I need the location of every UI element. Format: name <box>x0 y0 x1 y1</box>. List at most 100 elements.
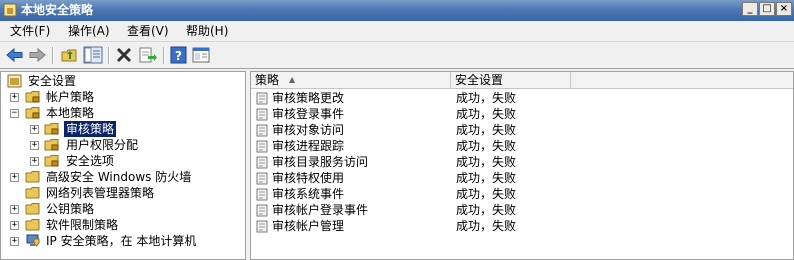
forward-arrow-icon[interactable] <box>27 46 47 64</box>
menu-view[interactable]: 查看(V) <box>127 24 169 38</box>
policy-setting: 成功，失败 <box>456 203 517 217</box>
policy-name: 审核登录事件 <box>272 107 345 121</box>
expand-plus-icon[interactable]: + <box>10 173 19 182</box>
menu-action[interactable]: 操作(A) <box>68 24 110 38</box>
tree-item-public-key[interactable]: + 公钥策略 <box>1 201 245 217</box>
svg-text:?: ? <box>175 49 182 63</box>
tree-label: 用户权限分配 <box>66 138 139 152</box>
policy-item-icon <box>256 140 268 153</box>
folder-lock-icon <box>44 139 59 151</box>
tree-label: 帐户策略 <box>46 90 95 104</box>
policy-list: 策略 ▲ 安全设置 审核策略更改 成功，失败 审核登录事件 成功，失败 审核对象访问 成功… <box>250 71 794 260</box>
table-row[interactable]: 审核目录服务访问 成功，失败 <box>251 154 793 171</box>
help-icon[interactable]: ? <box>169 46 189 64</box>
table-row[interactable]: 审核对象访问 成功，失败 <box>251 122 793 139</box>
delete-icon[interactable] <box>114 46 134 64</box>
policy-item-icon <box>256 220 268 233</box>
menu-file[interactable]: 文件(F) <box>10 24 50 38</box>
menu-bar: 文件(F) 操作(A) 查看(V) 帮助(H) <box>0 21 794 42</box>
table-row[interactable]: 审核进程跟踪 成功，失败 <box>251 138 793 155</box>
table-row[interactable]: 审核特权使用 成功，失败 <box>251 170 793 187</box>
expand-plus-icon[interactable]: + <box>30 157 39 166</box>
policy-name: 审核策略更改 <box>272 91 345 105</box>
policy-name: 审核目录服务访问 <box>272 155 369 169</box>
policy-setting: 成功，失败 <box>456 91 517 105</box>
table-row[interactable]: 审核策略更改 成功，失败 <box>251 90 793 107</box>
tree-item-security-options[interactable]: + 安全选项 <box>1 153 245 169</box>
tree-item-network-list[interactable]: 网络列表管理器策略 <box>1 185 245 201</box>
list-header: 策略 ▲ 安全设置 <box>251 72 793 89</box>
policy-name: 审核帐户登录事件 <box>272 203 369 217</box>
tree-label: 软件限制策略 <box>46 218 119 232</box>
policy-name: 审核帐户管理 <box>272 219 345 233</box>
collapse-minus-icon[interactable]: − <box>10 109 19 118</box>
policy-setting: 成功，失败 <box>456 219 517 233</box>
table-row[interactable]: 审核帐户登录事件 成功，失败 <box>251 202 793 219</box>
policy-name: 审核进程跟踪 <box>272 139 345 153</box>
policy-item-icon <box>256 156 268 169</box>
policy-setting: 成功，失败 <box>456 139 517 153</box>
security-policy-icon <box>3 3 17 17</box>
policy-item-icon <box>256 172 268 185</box>
console-tree: 安全设置 + 帐户策略 − 本地策略 + 审核策略 + 用户权限分配 + 安全选… <box>0 71 246 260</box>
tree-item-audit-policy[interactable]: + 审核策略 <box>1 121 245 137</box>
tree-label: 安全选项 <box>66 154 115 168</box>
expand-plus-icon[interactable]: + <box>30 125 39 134</box>
up-folder-icon[interactable] <box>60 46 80 64</box>
policy-setting: 成功，失败 <box>456 155 517 169</box>
table-row[interactable]: 审核帐户管理 成功，失败 <box>251 218 793 235</box>
expand-plus-icon[interactable]: + <box>10 221 19 230</box>
security-settings-icon <box>7 74 22 88</box>
show-tree-icon[interactable] <box>83 46 103 64</box>
policy-setting: 成功，失败 <box>456 171 517 185</box>
folder-lock-icon <box>44 155 59 167</box>
folder-lock-icon <box>44 123 59 135</box>
tree-label: 审核策略 <box>64 121 117 137</box>
policy-item-icon <box>256 92 268 105</box>
menu-help[interactable]: 帮助(H) <box>186 24 228 38</box>
column-header-setting[interactable]: 安全设置 <box>451 72 571 88</box>
table-row[interactable]: 审核登录事件 成功，失败 <box>251 106 793 123</box>
column-header-policy[interactable]: 策略 ▲ <box>251 72 451 88</box>
minimize-button[interactable]: _ <box>742 2 758 16</box>
tree-item-account-policy[interactable]: + 帐户策略 <box>1 89 245 105</box>
title-bar: 本地安全策略 _ □ × <box>0 0 794 21</box>
tree-label: IP 安全策略，在 本地计算机 <box>46 234 197 248</box>
expand-plus-icon[interactable]: + <box>10 93 19 102</box>
expand-plus-icon[interactable]: + <box>10 205 19 214</box>
maximize-button[interactable]: □ <box>759 2 775 16</box>
policy-setting: 成功，失败 <box>456 123 517 137</box>
policy-setting: 成功，失败 <box>456 107 517 121</box>
back-arrow-icon[interactable] <box>5 46 25 64</box>
folder-icon <box>25 187 40 199</box>
column-label: 安全设置 <box>455 73 504 87</box>
folder-lock-icon <box>25 107 40 119</box>
expand-plus-icon[interactable]: + <box>30 141 39 150</box>
tree-item-user-rights[interactable]: + 用户权限分配 <box>1 137 245 153</box>
tree-label: 网络列表管理器策略 <box>46 186 155 200</box>
toolbar: ? <box>0 42 794 69</box>
tree-label: 本地策略 <box>46 106 95 120</box>
tree-label: 高级安全 Windows 防火墙 <box>46 170 192 184</box>
folder-icon <box>25 219 40 231</box>
computer-shield-icon <box>26 234 40 247</box>
folder-icon <box>25 203 40 215</box>
sort-ascending-icon: ▲ <box>289 75 296 84</box>
tree-item-software-restriction[interactable]: + 软件限制策略 <box>1 217 245 233</box>
folder-lock-icon <box>25 91 40 103</box>
tree-item-firewall[interactable]: + 高级安全 Windows 防火墙 <box>1 169 245 185</box>
tree-item-ip-security[interactable]: + IP 安全策略，在 本地计算机 <box>1 233 245 249</box>
tree-item-local-policy[interactable]: − 本地策略 <box>1 105 245 121</box>
policy-item-icon <box>256 188 268 201</box>
window-title: 本地安全策略 <box>21 3 94 17</box>
properties-icon[interactable] <box>191 46 211 64</box>
policy-item-icon <box>256 108 268 121</box>
export-icon[interactable] <box>137 46 157 64</box>
policy-name: 审核系统事件 <box>272 187 345 201</box>
expand-plus-icon[interactable]: + <box>10 237 19 246</box>
tree-label: 安全设置 <box>28 74 77 88</box>
close-button[interactable]: × <box>776 2 792 16</box>
table-row[interactable]: 审核系统事件 成功，失败 <box>251 186 793 203</box>
tree-item-security-settings[interactable]: 安全设置 <box>1 73 245 89</box>
policy-item-icon <box>256 204 268 217</box>
